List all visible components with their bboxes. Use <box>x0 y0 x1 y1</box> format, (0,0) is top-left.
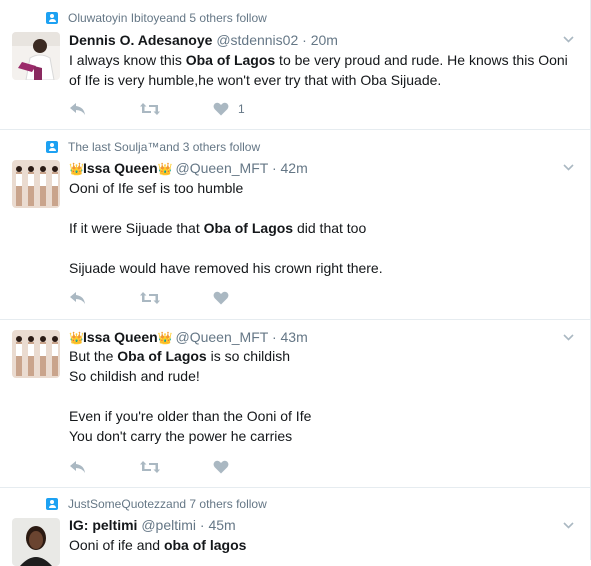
reply-icon <box>70 292 85 304</box>
person-icon <box>46 498 58 510</box>
retweet-icon <box>140 103 160 115</box>
reply-button[interactable] <box>69 291 87 305</box>
timestamp[interactable]: 45m <box>208 517 235 533</box>
tweet[interactable]: JustSomeQuotezz and 7 others follow IG: … <box>0 488 590 566</box>
handle[interactable]: @Queen_MFT <box>176 160 269 176</box>
chevron-down-icon[interactable] <box>563 332 574 343</box>
separator: · <box>302 32 307 48</box>
reply-button[interactable] <box>69 460 87 474</box>
tweet-header: 👑Issa Queen👑 @Queen_MFT · 42m <box>69 160 560 176</box>
social-context: JustSomeQuotezz and 7 others follow <box>46 497 267 511</box>
context-text: and 3 others follow <box>159 140 261 154</box>
like-button[interactable]: 1 <box>213 102 245 116</box>
tweet-line: Even if you're older than the Ooni of If… <box>69 408 312 424</box>
context-user-link[interactable]: The last Soulja™ <box>68 140 159 154</box>
social-context: Oluwatoyin Ibitoye and 5 others follow <box>46 11 267 25</box>
reply-button[interactable] <box>69 102 87 116</box>
timestamp[interactable]: 43m <box>281 329 308 345</box>
tweet-line: If it were Sijuade that Oba of Lagos did… <box>69 220 367 236</box>
tweet-line: Sijuade would have removed his crown rig… <box>69 260 383 276</box>
avatar[interactable] <box>12 518 60 566</box>
context-user-link[interactable]: JustSomeQuotezz <box>68 497 166 511</box>
tweet-line: I always know this Oba of Lagos to be ve… <box>69 52 568 68</box>
tweet-line: Ooni of ife and oba of lagos <box>69 537 247 553</box>
like-button[interactable] <box>213 460 229 474</box>
retweet-button[interactable] <box>139 460 161 474</box>
handle[interactable]: @Queen_MFT <box>176 329 269 345</box>
context-text: and 7 others follow <box>166 497 267 511</box>
display-name[interactable]: Issa Queen <box>83 160 158 176</box>
reply-icon <box>70 103 85 115</box>
avatar[interactable] <box>12 32 60 80</box>
tweet-header: IG: peltimi @peltimi · 45m <box>69 517 560 533</box>
tweet-line: So childish and rude! <box>69 368 200 384</box>
tweet-line: of Ife is very humble,he won't ever try … <box>69 72 442 88</box>
separator: · <box>271 329 277 345</box>
tweet-header: Dennis O. Adesanoye @stdennis02 · 20m <box>69 32 560 48</box>
tweet-line: But the Oba of Lagos is so childish <box>69 348 290 364</box>
display-name[interactable]: IG: peltimi <box>69 517 137 533</box>
tweet-line: Ooni of Ife sef is too humble <box>69 180 244 196</box>
hashtag-bold: Oba of Lagos <box>203 220 294 236</box>
like-count: 1 <box>238 102 245 116</box>
tweet[interactable]: Oluwatoyin Ibitoye and 5 others follow D… <box>0 0 590 130</box>
context-user-link[interactable]: Oluwatoyin Ibitoye <box>68 11 166 25</box>
retweet-icon <box>140 292 160 304</box>
hashtag-bold: oba of lagos <box>163 537 247 553</box>
tweet-header: 👑Issa Queen👑 @Queen_MFT · 43m <box>69 329 560 345</box>
heart-icon <box>213 460 229 474</box>
heart-icon <box>213 102 229 116</box>
tweet-text: But the Oba of Lagos is so childish So c… <box>69 346 576 446</box>
timestamp[interactable]: 20m <box>311 32 338 48</box>
tweet[interactable]: The last Soulja™ and 3 others follow 👑Is… <box>0 130 590 320</box>
chevron-down-icon[interactable] <box>563 520 574 531</box>
context-text: and 5 others follow <box>166 11 267 25</box>
separator: · <box>199 517 205 533</box>
tweet-actions <box>69 460 281 474</box>
crown-icon: 👑 <box>157 331 173 345</box>
handle[interactable]: @peltimi <box>141 517 196 533</box>
display-name[interactable]: Dennis O. Adesanoye <box>69 32 212 48</box>
timeline: Oluwatoyin Ibitoye and 5 others follow D… <box>0 0 591 566</box>
separator: · <box>271 160 277 176</box>
hashtag-bold: Oba of Lagos <box>117 348 207 364</box>
chevron-down-icon[interactable] <box>563 34 574 45</box>
heart-icon <box>213 291 229 305</box>
retweet-button[interactable] <box>139 291 161 305</box>
tweet-text: Ooni of ife and oba of lagos <box>69 535 576 555</box>
tweet-text: I always know this Oba of Lagos to be ve… <box>69 50 576 90</box>
crown-icon: 👑 <box>69 331 84 345</box>
avatar[interactable] <box>12 160 60 208</box>
reply-icon <box>70 461 85 473</box>
crown-icon: 👑 <box>157 162 173 176</box>
social-context: The last Soulja™ and 3 others follow <box>46 140 260 154</box>
display-name[interactable]: Issa Queen <box>83 329 158 345</box>
tweet-text: Ooni of Ife sef is too humble If it were… <box>69 178 576 278</box>
retweet-icon <box>140 461 160 473</box>
hashtag-bold: Oba of Lagos <box>185 52 276 68</box>
tweet-actions <box>69 291 281 305</box>
retweet-button[interactable] <box>139 102 161 116</box>
tweet-line: You don't carry the power he carries <box>69 428 293 444</box>
person-icon <box>46 141 58 153</box>
handle[interactable]: @stdennis02 <box>216 32 298 48</box>
chevron-down-icon[interactable] <box>563 162 574 173</box>
tweet[interactable]: 👑Issa Queen👑 @Queen_MFT · 43m But the Ob… <box>0 320 590 488</box>
timestamp[interactable]: 42m <box>281 160 308 176</box>
like-button[interactable] <box>213 291 229 305</box>
avatar[interactable] <box>12 330 60 378</box>
tweet-actions: 1 <box>69 102 297 116</box>
person-icon <box>46 12 58 24</box>
crown-icon: 👑 <box>69 162 84 176</box>
